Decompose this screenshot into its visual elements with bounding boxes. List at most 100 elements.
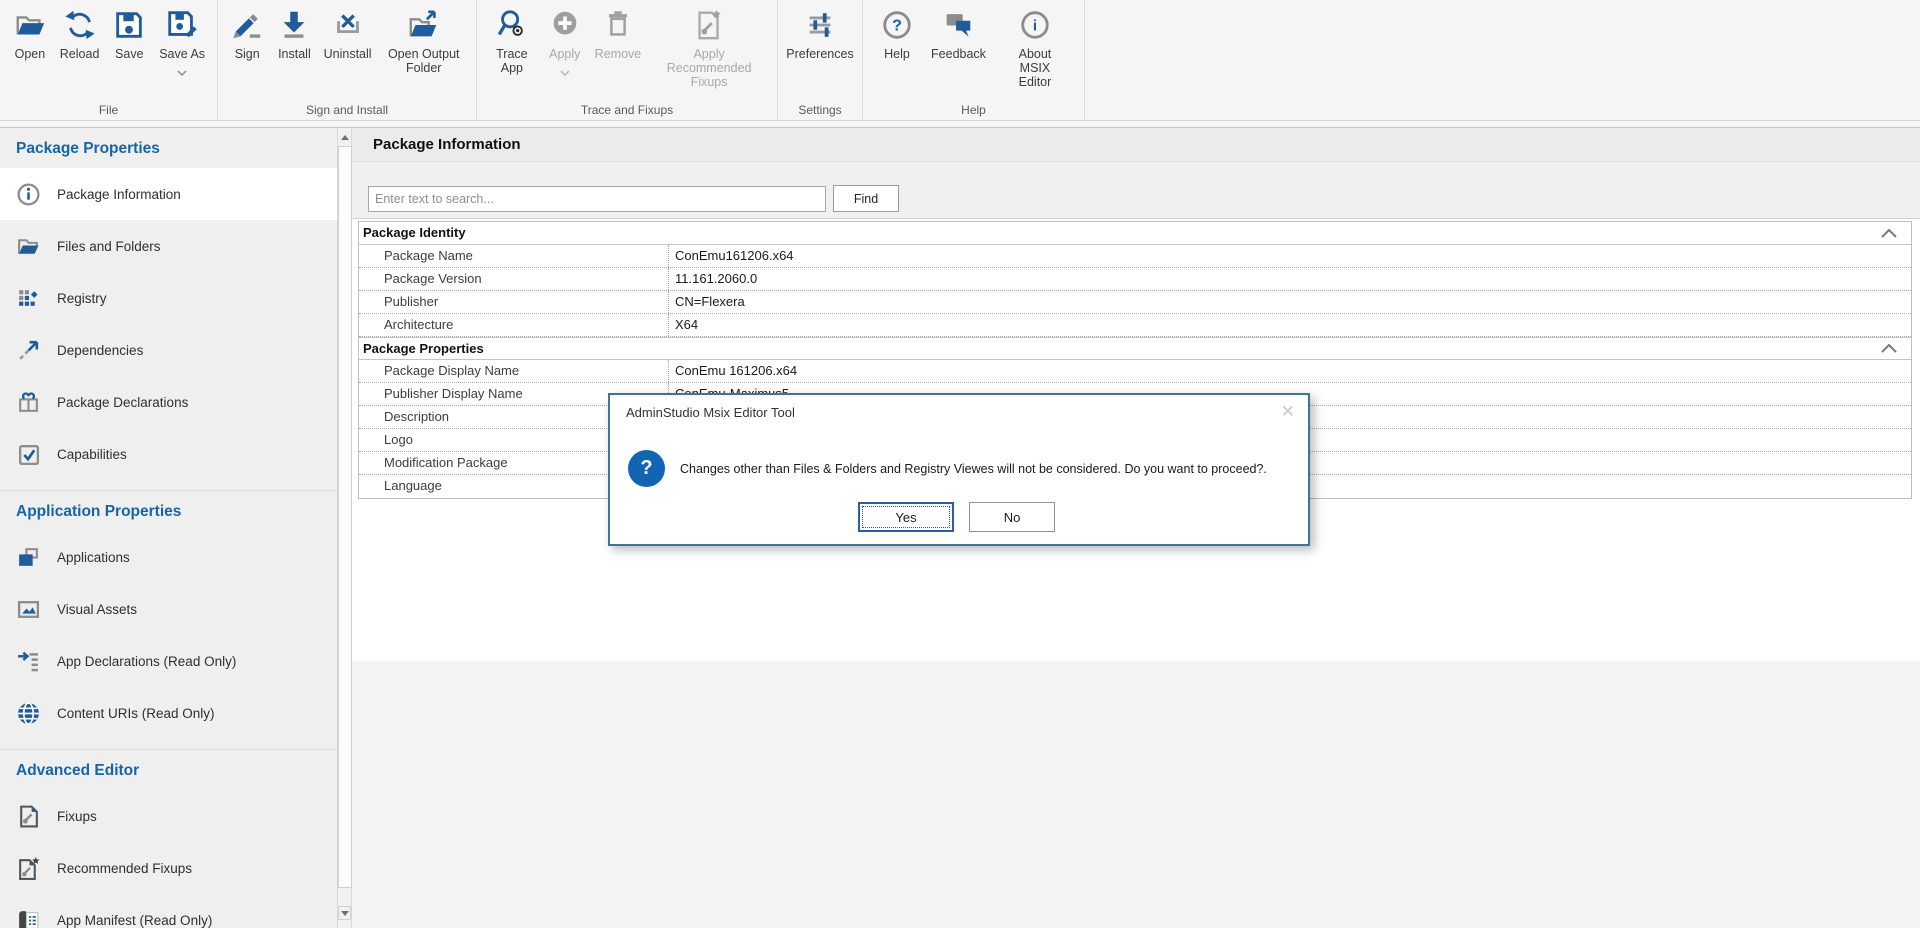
question-mark-icon: ?: [628, 450, 665, 487]
pencil-sign-icon: [229, 6, 265, 44]
table-row[interactable]: Package Version 11.161.2060.0: [359, 268, 1911, 291]
save-as-icon: [164, 6, 200, 44]
sidebar-item-label: Fixups: [57, 809, 97, 824]
sidebar-heading-application-properties: Application Properties: [0, 490, 337, 531]
info-icon: [15, 181, 41, 207]
uninstall-button[interactable]: Uninstall: [324, 6, 372, 61]
scroll-up-button[interactable]: [338, 130, 351, 144]
remove-button[interactable]: Remove: [595, 6, 642, 61]
yes-button[interactable]: Yes: [858, 502, 954, 532]
sidebar-item-label: Registry: [57, 291, 107, 306]
save-icon: [111, 6, 147, 44]
content-background-strip: [352, 661, 1920, 928]
table-row[interactable]: Package Name ConEmu161206.x64: [359, 245, 1911, 268]
find-button[interactable]: Find: [833, 185, 899, 212]
chevron-down-icon[interactable]: [177, 63, 187, 69]
about-msix-editor-button[interactable]: i About MSIX Editor: [1002, 6, 1068, 89]
manifest-doc-icon: [15, 907, 41, 928]
ribbon-group-label-file: File: [0, 103, 217, 117]
uninstall-label: Uninstall: [324, 47, 372, 61]
sidebar-item-visual-assets[interactable]: Visual Assets: [0, 583, 337, 635]
feedback-button[interactable]: Feedback: [931, 6, 986, 61]
ribbon-group-settings: Preferences Settings: [778, 0, 863, 120]
download-install-icon: [276, 6, 312, 44]
trace-app-button[interactable]: Trace App: [489, 6, 535, 75]
sidebar-item-label: Visual Assets: [57, 602, 137, 617]
apply-button[interactable]: Apply: [547, 6, 583, 69]
row-label: Package Version: [359, 268, 669, 290]
arrow-link-icon: [15, 337, 41, 363]
ribbon-group-help: ? Help Feedback i About MSIX Editor Help: [863, 0, 1085, 120]
row-label: Architecture: [359, 314, 669, 336]
row-value[interactable]: 11.161.2060.0: [669, 268, 1911, 290]
row-value[interactable]: CN=Flexera: [669, 291, 1911, 313]
image-icon: [15, 596, 41, 622]
sidebar-nav: Package Properties Package Information F…: [0, 128, 337, 928]
row-value[interactable]: ConEmu 161206.x64: [669, 360, 1911, 382]
ribbon-group-file: Open Reload Save Save As: [0, 0, 218, 120]
sidebar-item-applications[interactable]: Applications: [0, 531, 337, 583]
scrollbar-thumb[interactable]: [338, 146, 352, 888]
sidebar-scrollbar[interactable]: [337, 128, 352, 928]
sidebar-item-fixups[interactable]: Fixups: [0, 790, 337, 842]
save-as-button[interactable]: Save As: [159, 6, 205, 69]
chevron-down-icon: [560, 63, 570, 69]
sidebar-item-recommended-fixups[interactable]: Recommended Fixups: [0, 842, 337, 894]
reload-button[interactable]: Reload: [60, 6, 100, 61]
sign-button[interactable]: Sign: [229, 6, 265, 61]
sidebar-item-dependencies[interactable]: Dependencies: [0, 324, 337, 376]
section-header-package-properties[interactable]: Package Properties: [359, 337, 1911, 360]
open-label: Open: [15, 47, 46, 61]
chevron-up-icon[interactable]: [1881, 344, 1897, 353]
preferences-label: Preferences: [786, 47, 853, 61]
save-button[interactable]: Save: [111, 6, 147, 61]
remove-label: Remove: [595, 47, 642, 61]
row-label: Package Display Name: [359, 360, 669, 382]
sidebar-item-capabilities[interactable]: Capabilities: [0, 428, 337, 480]
svg-text:?: ?: [892, 17, 902, 35]
sidebar-item-label: Applications: [57, 550, 130, 565]
trash-icon: [600, 6, 636, 44]
ribbon-group-label-trace-fixups: Trace and Fixups: [477, 103, 777, 117]
section-header-label: Package Identity: [363, 222, 466, 244]
ribbon-toolbar: Open Reload Save Save As: [0, 0, 1920, 121]
search-input[interactable]: [368, 186, 826, 212]
section-header-label: Package Properties: [363, 338, 484, 360]
sidebar-item-label: Package Declarations: [57, 395, 188, 410]
close-icon[interactable]: ✕: [1281, 403, 1295, 420]
app-window-icon: [15, 544, 41, 570]
table-row[interactable]: Publisher CN=Flexera: [359, 291, 1911, 314]
row-value[interactable]: ConEmu161206.x64: [669, 245, 1911, 267]
table-row[interactable]: Package Display Name ConEmu 161206.x64: [359, 360, 1911, 383]
scroll-down-button[interactable]: [338, 906, 351, 920]
ribbon-group-label-settings: Settings: [778, 103, 862, 117]
table-row[interactable]: Architecture X64: [359, 314, 1911, 337]
help-button[interactable]: ? Help: [879, 6, 915, 61]
reload-label: Reload: [60, 47, 100, 61]
apply-recommended-fixups-button[interactable]: Apply Recommended Fixups: [653, 6, 765, 89]
dialog-title: AdminStudio Msix Editor Tool: [626, 405, 795, 420]
sidebar-heading-package-properties: Package Properties: [0, 128, 337, 168]
preferences-button[interactable]: Preferences: [786, 6, 853, 61]
sidebar-item-app-declarations[interactable]: App Declarations (Read Only): [0, 635, 337, 687]
no-button[interactable]: No: [969, 502, 1055, 532]
sidebar-item-label: Package Information: [57, 187, 181, 202]
sidebar-item-registry[interactable]: Registry: [0, 272, 337, 324]
ribbon-group-trace-fixups: Trace App Apply Remove: [477, 0, 778, 120]
sidebar-item-package-declarations[interactable]: Package Declarations: [0, 376, 337, 428]
chevron-up-icon[interactable]: [1881, 229, 1897, 238]
open-button[interactable]: Open: [12, 6, 48, 61]
section-header-package-identity[interactable]: Package Identity: [359, 222, 1911, 245]
sidebar-item-label: Capabilities: [57, 447, 127, 462]
open-output-folder-button[interactable]: Open Output Folder: [383, 6, 465, 75]
sidebar-item-package-information[interactable]: Package Information: [0, 168, 337, 220]
row-value[interactable]: X64: [669, 314, 1911, 336]
page-title: Package Information: [352, 128, 1920, 162]
sidebar-item-content-uris[interactable]: Content URIs (Read Only): [0, 687, 337, 739]
install-button[interactable]: Install: [276, 6, 312, 61]
sidebar-item-app-manifest[interactable]: App Manifest (Read Only): [0, 894, 337, 928]
sidebar-item-files-and-folders[interactable]: Files and Folders: [0, 220, 337, 272]
checkbox-icon: [15, 441, 41, 467]
gift-icon: [15, 389, 41, 415]
folder-icon: [15, 233, 41, 259]
